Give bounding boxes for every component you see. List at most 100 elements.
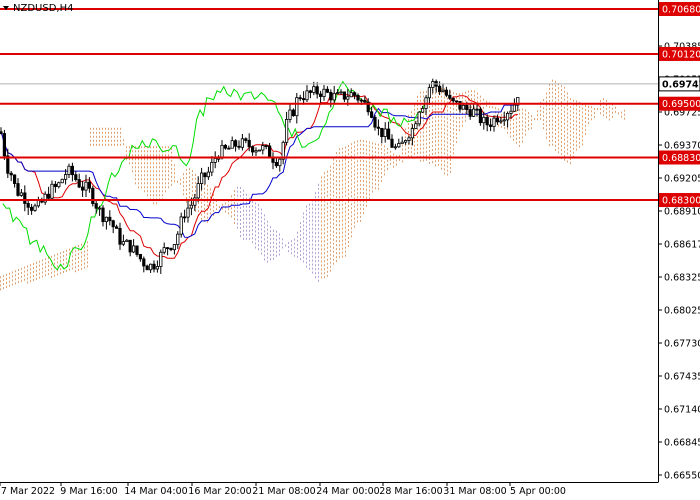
cloud-dot	[582, 127, 583, 130]
cloud-dot	[561, 125, 562, 128]
cloud-dot	[30, 272, 31, 275]
cloud-dot	[561, 121, 562, 124]
cloud-dot	[150, 186, 151, 189]
cloud-dot	[528, 120, 529, 123]
cloud-dot	[387, 163, 388, 166]
cloud-dot	[171, 151, 172, 154]
cloud-dot	[474, 94, 475, 97]
cloud-dot	[324, 172, 325, 175]
cloud-dot	[546, 100, 547, 103]
cloud-dot	[540, 117, 541, 120]
candle-body	[512, 104, 517, 112]
cloud-dot	[309, 239, 310, 242]
cloud-dot	[306, 265, 307, 268]
cloud-dot	[348, 237, 349, 240]
cloud-dot	[147, 170, 148, 173]
cloud-dot	[426, 90, 427, 93]
candle-body	[295, 97, 299, 117]
cloud-dot	[216, 204, 217, 207]
cloud-dot	[330, 173, 331, 176]
cloud-dot	[354, 141, 355, 144]
cloud-dot	[585, 104, 586, 107]
cloud-dot	[420, 159, 421, 162]
cloud-dot	[75, 250, 76, 253]
cloud-dot	[555, 120, 556, 123]
cloud-dot	[324, 260, 325, 263]
cloud-dot	[315, 252, 316, 255]
cloud-dot	[288, 242, 289, 245]
cloud-dot	[510, 135, 511, 138]
cloud-dot	[39, 272, 40, 275]
cloud-dot	[210, 196, 211, 199]
cloud-dot	[153, 170, 154, 173]
cloud-dot	[105, 131, 106, 134]
cloud-dot	[333, 238, 334, 241]
candle-body	[376, 126, 381, 129]
candle-body	[33, 205, 37, 211]
cloud-dot	[30, 276, 31, 279]
cloud-dot	[303, 236, 304, 239]
cloud-dot	[333, 246, 334, 249]
candle-body	[50, 183, 54, 199]
cloud-dot	[336, 236, 337, 239]
cloud-dot	[291, 244, 292, 247]
cloud-dot	[306, 225, 307, 228]
cloud-dot	[552, 143, 553, 146]
cloud-dot	[297, 231, 298, 234]
cloud-dot	[423, 99, 424, 102]
cloud-dot	[141, 182, 142, 185]
cloud-dot	[525, 117, 526, 120]
cloud-dot	[510, 119, 511, 122]
cloud-dot	[342, 223, 343, 226]
cloud-dot	[51, 263, 52, 266]
cloud-dot	[549, 131, 550, 134]
cloud-dot	[519, 132, 520, 135]
cloud-dot	[3, 283, 4, 286]
cloud-dot	[531, 123, 532, 126]
cloud-dot	[21, 275, 22, 278]
cloud-dot	[123, 143, 124, 146]
cloud-dot	[318, 243, 319, 246]
cloud-dot	[9, 280, 10, 283]
cloud-dot	[3, 279, 4, 282]
cloud-dot	[477, 100, 478, 103]
cloud-dot	[606, 112, 607, 115]
cloud-dot	[435, 100, 436, 103]
cloud-dot	[45, 258, 46, 261]
cloud-dot	[90, 135, 91, 138]
candle-body	[111, 220, 115, 228]
cloud-dot	[366, 148, 367, 151]
cloud-dot	[165, 158, 166, 161]
cloud-dot	[9, 272, 10, 275]
candle-body	[397, 143, 401, 148]
cloud-dot	[168, 178, 169, 181]
cloud-dot	[99, 127, 100, 130]
cloud-dot	[336, 164, 337, 167]
cloud-dot	[591, 110, 592, 113]
cloud-dot	[300, 234, 301, 237]
cloud-dot	[309, 227, 310, 230]
cloud-dot	[57, 253, 58, 256]
cloud-dot	[282, 238, 283, 241]
candle-body	[67, 165, 71, 175]
cloud-dot	[252, 237, 253, 240]
cloud-dot	[555, 92, 556, 95]
cloud-dot	[15, 270, 16, 273]
cloud-dot	[345, 154, 346, 157]
cloud-dot	[402, 144, 403, 147]
cloud-dot	[348, 161, 349, 164]
cloud-dot	[345, 218, 346, 221]
candle-body	[152, 263, 156, 270]
cloud-dot	[321, 208, 322, 211]
cloud-dot	[225, 202, 226, 205]
cloud-dot	[324, 176, 325, 179]
cloud-dot	[312, 259, 313, 262]
cloud-dot	[243, 221, 244, 224]
cloud-dot	[315, 260, 316, 263]
cloud-dot	[105, 127, 106, 130]
cloud-dot	[336, 180, 337, 183]
cloud-dot	[429, 133, 430, 136]
cloud-dot	[186, 188, 187, 191]
cloud-dot	[261, 212, 262, 215]
cloud-dot	[432, 153, 433, 156]
